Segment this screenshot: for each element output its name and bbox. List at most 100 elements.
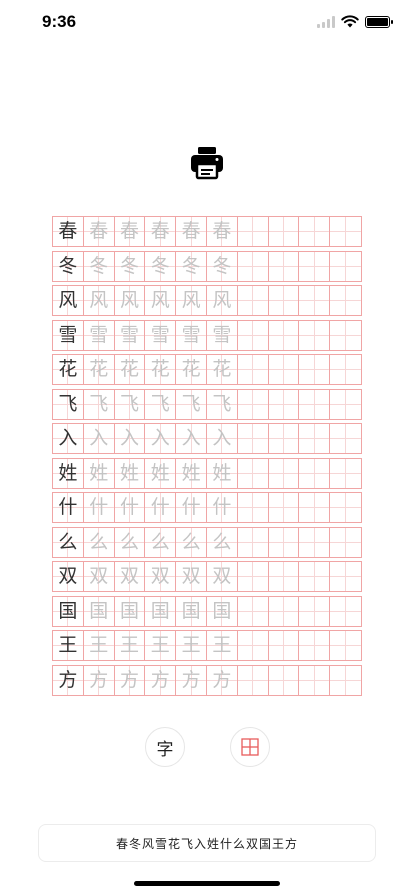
trace-char-cell: 雪 — [83, 320, 115, 350]
trace-char-cell: 春 — [114, 217, 146, 246]
blank-cell — [237, 562, 269, 591]
blank-cell — [299, 596, 331, 626]
blank-cell — [330, 458, 361, 488]
blank-cell — [237, 493, 269, 522]
trace-char: 国 — [119, 599, 139, 622]
blank-cell — [299, 251, 331, 281]
trace-char-cell: 春 — [145, 217, 177, 246]
trace-char: 国 — [181, 599, 201, 622]
trace-char-cell: 春 — [206, 217, 238, 246]
trace-char-cell: 雪 — [145, 320, 177, 350]
model-char-cell: 国 — [53, 596, 84, 626]
trace-char: 方 — [119, 668, 139, 691]
trace-char: 方 — [89, 668, 109, 691]
blank-cell — [268, 527, 300, 557]
trace-char: 花 — [150, 358, 170, 380]
model-char-cell: 方 — [53, 665, 84, 695]
model-char-cell: 雪 — [53, 320, 84, 350]
practice-row: 春春春春春春 — [52, 216, 362, 247]
trace-char-cell: 方 — [145, 665, 177, 695]
trace-char: 姓 — [212, 461, 232, 484]
trace-char-cell: 冬 — [176, 251, 207, 281]
blank-cell — [237, 631, 269, 660]
trace-char-cell: 双 — [145, 562, 177, 591]
trace-char-cell: 雪 — [206, 320, 238, 350]
blank-cell — [268, 596, 300, 626]
model-char-cell: 春 — [53, 217, 84, 246]
blank-cell — [237, 286, 269, 315]
trace-char-cell: 国 — [114, 596, 146, 626]
trace-char: 国 — [89, 599, 109, 622]
trace-char: 么 — [181, 530, 201, 553]
trace-char-cell: 双 — [176, 562, 207, 591]
trace-char-cell: 国 — [206, 596, 238, 626]
font-button-label: 字 — [156, 739, 174, 760]
print-button[interactable] — [188, 144, 226, 182]
blank-cell — [330, 596, 361, 626]
trace-char-cell: 风 — [114, 286, 146, 315]
blank-cell — [268, 320, 300, 350]
trace-char-cell: 花 — [145, 355, 177, 384]
text-input[interactable]: 春冬风雪花飞入姓什么双国王方 — [38, 824, 376, 862]
trace-char: 姓 — [150, 461, 170, 484]
model-char: 花 — [58, 358, 78, 380]
trace-char-cell: 花 — [83, 355, 115, 384]
trace-char-cell: 花 — [176, 355, 207, 384]
trace-char: 雪 — [119, 323, 139, 346]
model-char: 双 — [58, 565, 78, 587]
blank-cell — [299, 217, 331, 246]
blank-cell — [330, 320, 361, 350]
trace-char-cell: 王 — [83, 631, 115, 660]
trace-char: 双 — [181, 565, 201, 587]
trace-char: 花 — [89, 358, 109, 380]
trace-char: 王 — [212, 634, 232, 656]
blank-cell — [237, 217, 269, 246]
model-char: 方 — [58, 668, 78, 691]
trace-char-cell: 什 — [145, 493, 177, 522]
trace-char-cell: 入 — [176, 424, 207, 453]
trace-char: 风 — [119, 289, 139, 311]
blank-cell — [268, 458, 300, 488]
blank-cell — [237, 424, 269, 453]
blank-cell — [237, 355, 269, 384]
status-time: 9:36 — [42, 12, 77, 31]
trace-char-cell: 国 — [145, 596, 177, 626]
model-char-cell: 飞 — [53, 389, 84, 419]
model-char: 什 — [58, 496, 78, 518]
trace-char-cell: 冬 — [114, 251, 146, 281]
trace-char: 入 — [181, 427, 201, 449]
trace-char-cell: 王 — [145, 631, 177, 660]
trace-char: 入 — [150, 427, 170, 449]
font-button[interactable]: 字 — [145, 727, 185, 767]
model-char: 春 — [58, 220, 78, 242]
trace-char-cell: 王 — [206, 631, 238, 660]
blank-cell — [237, 251, 269, 281]
practice-row: 雪雪雪雪雪雪 — [52, 319, 362, 351]
blank-cell — [330, 389, 361, 419]
grid-style-button[interactable] — [230, 727, 270, 767]
trace-char-cell: 姓 — [83, 458, 115, 488]
blank-cell — [299, 424, 331, 453]
blank-cell — [268, 389, 300, 419]
model-char-cell: 双 — [53, 562, 84, 591]
model-char-cell: 王 — [53, 631, 84, 660]
blank-cell — [330, 665, 361, 695]
trace-char: 春 — [89, 220, 109, 242]
practice-row: 王王王王王王 — [52, 630, 362, 661]
blank-cell — [237, 596, 269, 626]
trace-char: 春 — [119, 220, 139, 242]
trace-char-cell: 方 — [114, 665, 146, 695]
blank-cell — [330, 527, 361, 557]
trace-char: 飞 — [89, 392, 109, 415]
trace-char-cell: 入 — [206, 424, 238, 453]
blank-cell — [237, 458, 269, 488]
trace-char-cell: 冬 — [83, 251, 115, 281]
trace-char: 飞 — [119, 392, 139, 415]
trace-char: 冬 — [150, 254, 170, 277]
trace-char: 方 — [212, 668, 232, 691]
trace-char-cell: 风 — [206, 286, 238, 315]
practice-row: 什什什什什什 — [52, 492, 362, 523]
trace-char: 什 — [150, 496, 170, 518]
model-char: 飞 — [58, 392, 78, 415]
trace-char: 国 — [212, 599, 232, 622]
